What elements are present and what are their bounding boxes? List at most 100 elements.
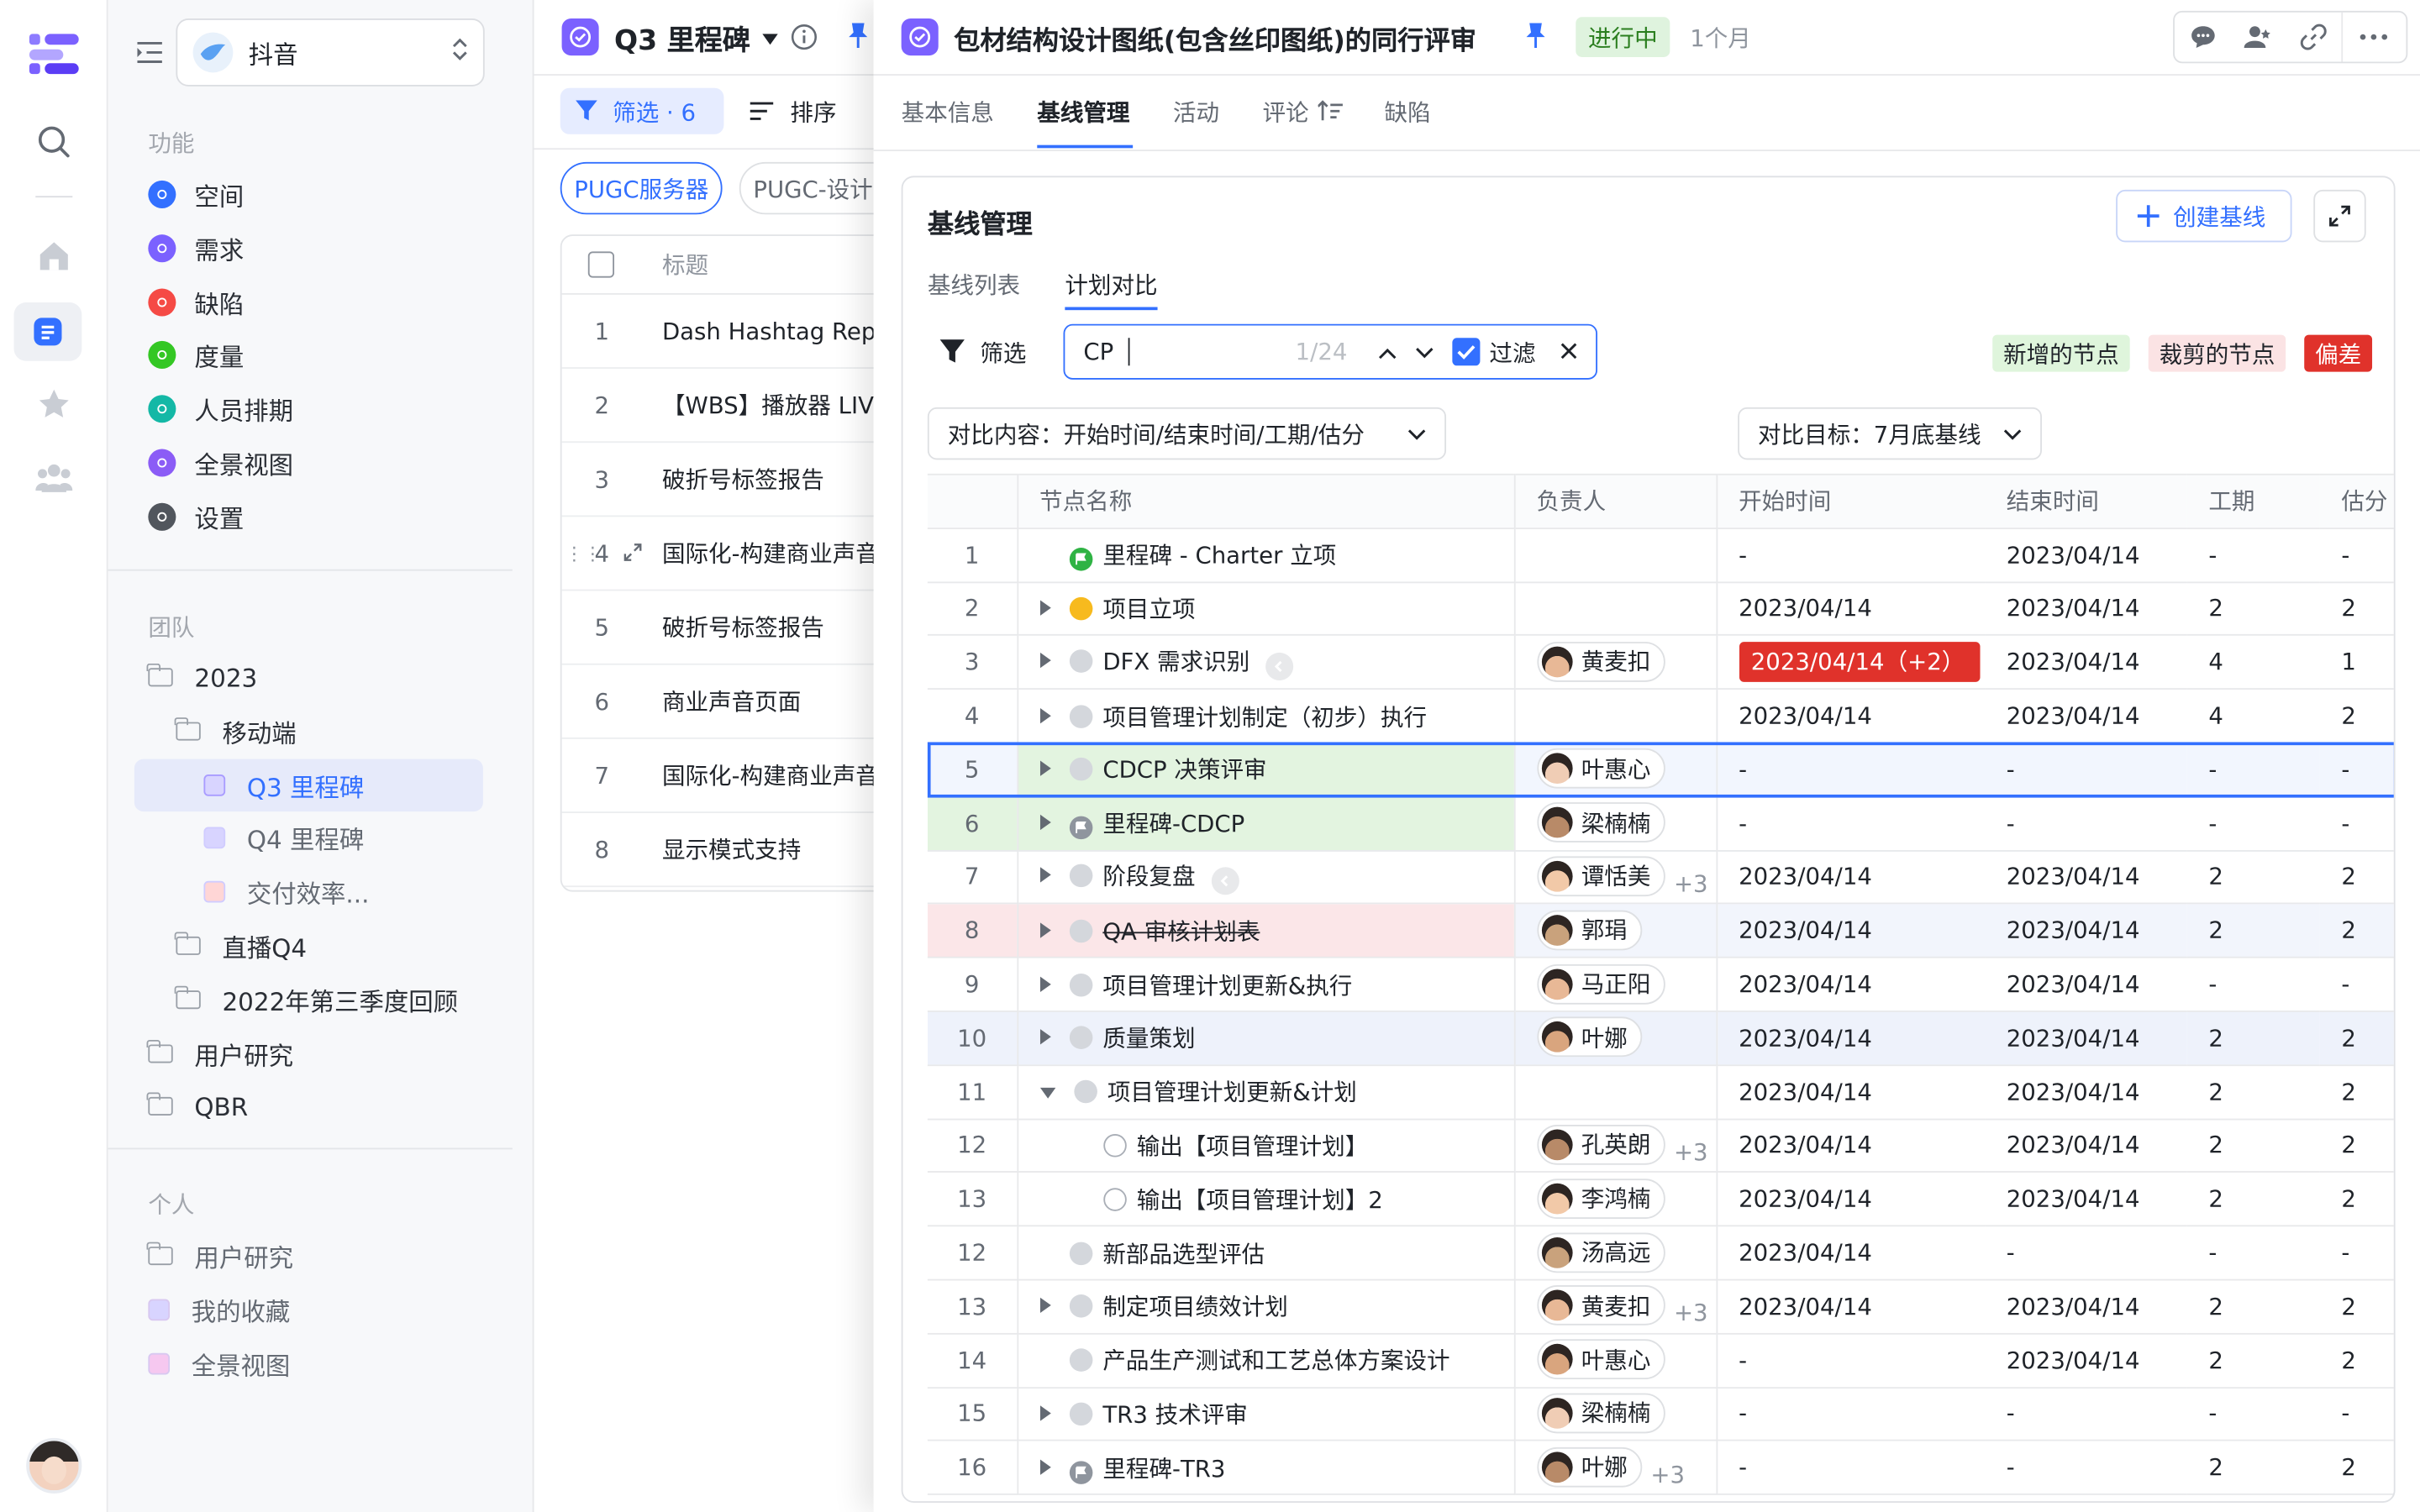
expand-arrow-icon[interactable] — [1039, 1244, 1050, 1259]
sort-order-icon[interactable] — [1317, 99, 1343, 129]
node-name-cell[interactable]: TR3 技术评审 — [1017, 1387, 1515, 1442]
owner-chip[interactable]: 汤高远 — [1536, 1231, 1665, 1273]
column-header-estimate[interactable]: 估分 — [2319, 474, 2394, 529]
node-name-cell[interactable]: 项目立项 — [1017, 581, 1515, 637]
list-row[interactable]: 8 显示模式支持 — [561, 813, 898, 888]
expand-arrow-icon[interactable] — [1039, 1088, 1055, 1100]
tab-baseline[interactable]: 基线管理 — [1037, 96, 1129, 129]
expand-arrow-icon[interactable] — [1039, 652, 1050, 668]
table-row[interactable]: 11 项目管理计划更新&计划 2023/04/14 2023/04/14 2 2 — [927, 1064, 2394, 1120]
owner-chip[interactable]: 叶惠心 — [1536, 1339, 1665, 1380]
linked-baseline-icon[interactable] — [1265, 652, 1293, 680]
comment-icon[interactable] — [2175, 13, 2230, 62]
list-row[interactable]: 3 破折号标签报告 — [561, 443, 898, 517]
owner-cell[interactable]: 叶惠心 — [1513, 1333, 1718, 1389]
tree-folder[interactable]: 2022年第三季度回顾 — [175, 974, 458, 1024]
star-icon[interactable] — [26, 376, 82, 432]
sidebar-item-function[interactable]: 人员排期 — [148, 386, 293, 433]
table-row[interactable]: 14 产品生产测试和工艺总体方案设计 叶惠心 - 2023/04/14 2 2 — [927, 1333, 2394, 1389]
owner-chip[interactable]: 马正阳 — [1536, 963, 1665, 1004]
table-row[interactable]: 8 QA 审核计划表 郭琄 2023/04/14 2023/04/14 2 2 — [927, 904, 2394, 958]
drag-handle-icon[interactable]: ⋮⋮ — [565, 543, 602, 564]
owner-chip[interactable]: 梁楠楠 — [1536, 1393, 1665, 1434]
node-name-cell[interactable]: 质量策划 — [1017, 1011, 1515, 1066]
expand-arrow-icon[interactable] — [1039, 975, 1050, 992]
node-name-cell[interactable]: 新部品选型评估 — [1017, 1226, 1515, 1281]
tree-folder[interactable]: 2023 — [147, 653, 257, 702]
view-title[interactable]: Q3 里程碑 — [614, 18, 778, 59]
tab-basic-info[interactable]: 基本信息 — [902, 96, 994, 129]
tab-defects[interactable]: 缺陷 — [1385, 96, 1431, 129]
node-name-cell[interactable]: 里程碑-CDCP — [1017, 796, 1515, 852]
expand-arrow-icon[interactable] — [1073, 1137, 1084, 1152]
node-name-cell[interactable]: 输出【项目管理计划】2 — [1017, 1172, 1515, 1227]
expand-arrow-icon[interactable] — [1039, 1459, 1050, 1475]
tree-view-item[interactable]: 全景视图 — [148, 1339, 290, 1389]
owner-chip[interactable]: 叶娜 — [1536, 1017, 1642, 1058]
collapse-sidebar-icon[interactable] — [136, 40, 164, 71]
team-icon[interactable] — [26, 450, 82, 506]
filter-toggle[interactable]: 筛选 — [939, 336, 1026, 367]
table-row[interactable]: 1 里程碑 - Charter 立项 - 2023/04/14 - - — [927, 528, 2394, 583]
node-name-cell[interactable]: 输出【项目管理计划】 — [1017, 1118, 1515, 1173]
expand-arrow-icon[interactable] — [1039, 815, 1050, 831]
node-name-cell[interactable]: 产品生产测试和工艺总体方案设计 — [1017, 1333, 1515, 1389]
node-name-cell[interactable]: 项目管理计划更新&计划 — [1017, 1064, 1515, 1120]
share-user-icon[interactable] — [2230, 13, 2286, 62]
owner-cell[interactable] — [1513, 528, 1718, 583]
expand-arrow-icon[interactable] — [1039, 1405, 1050, 1421]
detail-title[interactable]: 包材结构设计图纸(包含丝印图纸)的同行评审 — [954, 18, 1476, 57]
owner-cell[interactable]: 谭恬美 +3 — [1513, 850, 1718, 906]
owner-chip[interactable]: 黄麦扣 — [1536, 641, 1665, 682]
owner-cell[interactable] — [1513, 581, 1718, 637]
tab-comments[interactable]: 评论 — [1262, 96, 1308, 129]
table-row[interactable]: 12 输出【项目管理计划】 孔英朗 +3 2023/04/14 2023/04/1… — [927, 1118, 2394, 1173]
list-row[interactable]: 7 国际化-构建商业声音 — [561, 739, 898, 813]
sidebar-item-function[interactable]: 需求 — [148, 225, 244, 271]
user-avatar[interactable] — [26, 1437, 82, 1494]
home-icon[interactable] — [26, 228, 82, 284]
expand-arrow-icon[interactable] — [1039, 547, 1050, 562]
chevron-up-icon[interactable] — [1378, 338, 1397, 365]
info-icon[interactable] — [790, 24, 818, 57]
subtab-plan-compare[interactable]: 计划对比 — [1065, 269, 1157, 302]
node-name-cell[interactable]: 项目管理计划制定（初步）执行 — [1017, 689, 1515, 744]
compare-content-select[interactable]: 对比内容：开始时间/结束时间/工期/估分 — [927, 407, 1447, 460]
sort-button[interactable]: 排序 — [750, 88, 837, 134]
owner-cell[interactable]: 叶娜 +3 — [1513, 1441, 1718, 1496]
table-row[interactable]: 12 新部品选型评估 汤高远 2023/04/14 - - - — [927, 1226, 2394, 1281]
tree-view-item[interactable]: Q4 里程碑 — [203, 814, 364, 864]
table-row[interactable]: 15 TR3 技术评审 梁楠楠 - - - - — [927, 1387, 2394, 1442]
expand-arrow-icon[interactable] — [1039, 600, 1050, 616]
owner-cell[interactable]: 孔英朗 +3 — [1513, 1118, 1718, 1173]
table-row[interactable]: 9 项目管理计划更新&执行 马正阳 2023/04/14 2023/04/14 … — [927, 958, 2394, 1012]
search-input[interactable]: CP — [1083, 338, 1113, 365]
expand-arrow-icon[interactable] — [1039, 1298, 1050, 1314]
owner-chip[interactable]: 叶惠心 — [1536, 748, 1665, 790]
create-baseline-button[interactable]: 创建基线 — [2116, 189, 2292, 243]
list-row[interactable]: 1 Dash Hashtag Repo — [561, 295, 898, 369]
tree-folder[interactable]: 用户研究 — [147, 1028, 293, 1078]
list-row[interactable]: 2 【WBS】播放器 LIV — [561, 369, 898, 444]
close-icon[interactable] — [1560, 338, 1577, 365]
column-header-end[interactable]: 结束时间 — [1985, 474, 2187, 529]
tab-activity[interactable]: 活动 — [1173, 96, 1219, 129]
subtab-baseline-list[interactable]: 基线列表 — [928, 269, 1020, 302]
table-row[interactable]: 7 阶段复盘 谭恬美 +3 2023/04/14 2023/04/14 2 2 — [927, 850, 2394, 906]
node-name-cell[interactable]: 制定项目绩效计划 — [1017, 1279, 1515, 1335]
select-all-checkbox[interactable] — [587, 251, 615, 278]
workitem-icon[interactable] — [13, 302, 82, 361]
pin-icon[interactable] — [846, 22, 871, 55]
column-header-name[interactable]: 节点名称 — [1017, 474, 1515, 529]
table-row[interactable]: 13 制定项目绩效计划 黄麦扣 +3 2023/04/14 2023/04/14 … — [927, 1279, 2394, 1335]
owner-cell[interactable]: 李鸿楠 — [1513, 1172, 1718, 1227]
table-row[interactable]: 2 项目立项 2023/04/14 2023/04/14 2 2 — [927, 581, 2394, 637]
owner-cell[interactable]: 郭琄 — [1513, 904, 1718, 958]
space-selector[interactable]: 抖音 — [176, 18, 485, 87]
column-header-start[interactable]: 开始时间 — [1716, 474, 1986, 529]
owner-chip[interactable]: 黄麦扣 — [1536, 1285, 1665, 1326]
expand-arrow-icon[interactable] — [1073, 1190, 1084, 1205]
owner-chip[interactable]: 谭恬美 — [1536, 856, 1665, 897]
owner-cell[interactable] — [1513, 1064, 1718, 1120]
owner-chip[interactable]: 郭琄 — [1536, 910, 1642, 950]
